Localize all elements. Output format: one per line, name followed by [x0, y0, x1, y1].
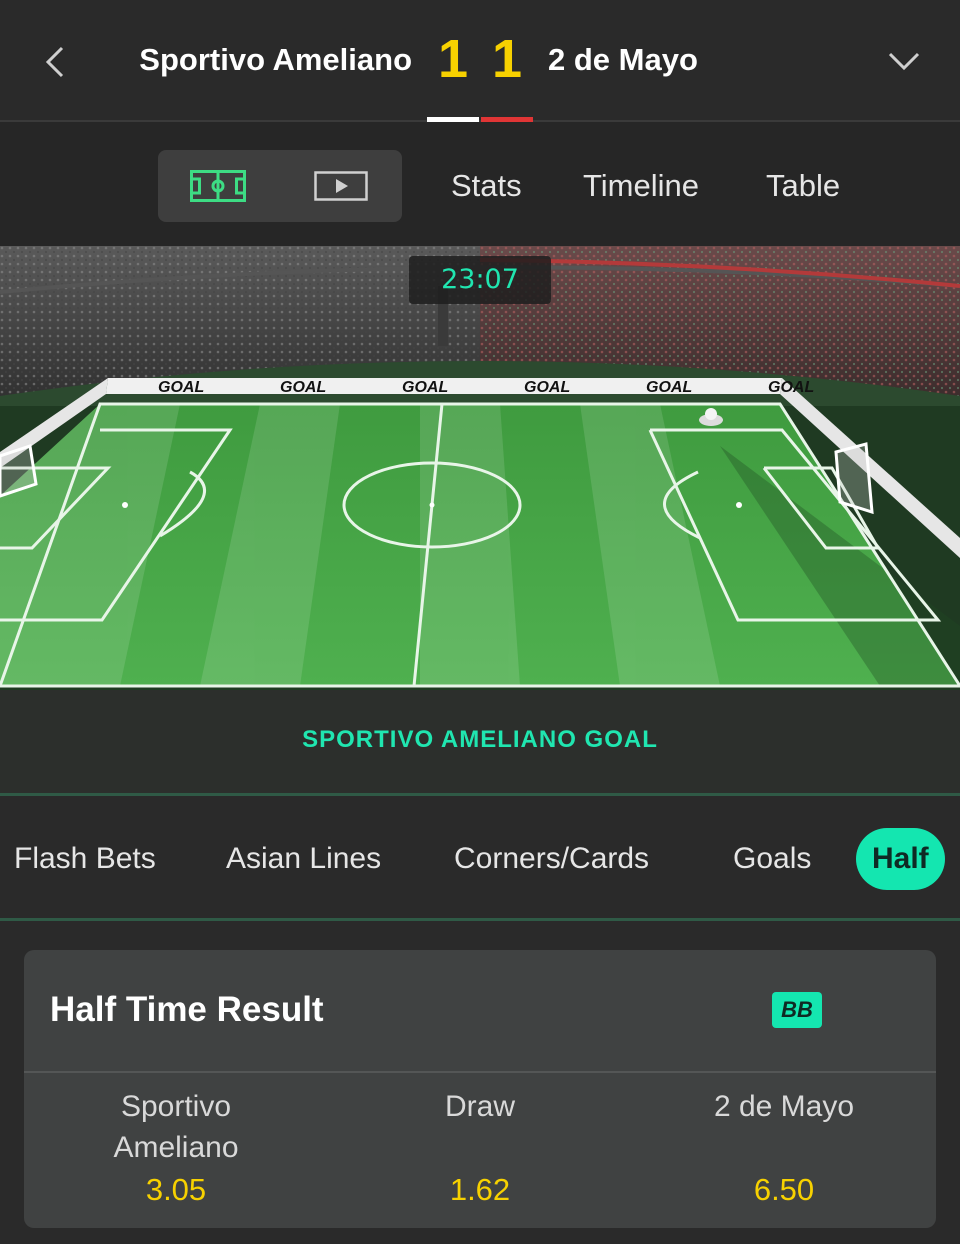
pitch-view-icon[interactable]	[190, 170, 246, 202]
market-tabs: Flash Bets Asian Lines Corners/Cards Goa…	[0, 796, 960, 920]
svg-text:GOAL: GOAL	[402, 379, 448, 396]
away-color-bar	[481, 117, 533, 122]
divider	[24, 1071, 936, 1073]
svg-text:GOAL: GOAL	[768, 379, 814, 396]
outcome-odds[interactable]: 3.05	[24, 1172, 328, 1208]
home-team-name: Sportivo Ameliano	[139, 42, 412, 77]
outcome-label: 2 de Mayo	[713, 1090, 855, 1123]
outcome-odds[interactable]: 6.50	[632, 1172, 936, 1208]
outcome-label: Ameliano	[113, 1131, 239, 1164]
svg-text:GOAL: GOAL	[524, 379, 570, 396]
chevron-down-icon[interactable]	[886, 46, 922, 76]
svg-text:GOAL: GOAL	[158, 379, 204, 396]
home-score: 1	[437, 29, 469, 89]
away-score: 1	[491, 29, 523, 89]
tab-stats[interactable]: Stats	[451, 168, 522, 204]
back-chevron-icon[interactable]	[40, 42, 70, 82]
outcome-draw[interactable]: Draw 1.62	[328, 1086, 632, 1226]
tab-asian-lines[interactable]: Asian Lines	[226, 842, 381, 876]
tab-goals[interactable]: Goals	[733, 842, 811, 876]
match-header: Sportivo Ameliano 1 1 2 de Mayo	[0, 0, 960, 122]
match-clock: 23:07	[409, 256, 551, 304]
bet-builder-badge[interactable]: BB	[772, 992, 822, 1028]
tab-flash-bets[interactable]: Flash Bets	[14, 842, 156, 876]
svg-text:GOAL: GOAL	[280, 379, 326, 396]
market-title: Half Time Result	[50, 990, 324, 1029]
stadium-illustration: GOAL GOAL GOAL GOAL GOAL GOAL	[0, 246, 960, 690]
view-toggle	[158, 150, 402, 222]
away-team-name: 2 de Mayo	[548, 42, 698, 77]
pitch-visualization: GOAL GOAL GOAL GOAL GOAL GOAL	[0, 246, 960, 690]
home-color-bar	[427, 117, 479, 122]
event-message: SPORTIVO AMELIANO GOAL	[302, 726, 658, 753]
outcome-home[interactable]: Sportivo Ameliano 3.05	[24, 1086, 328, 1226]
outcome-away[interactable]: 2 de Mayo 6.50	[632, 1086, 936, 1226]
match-view-nav: Stats Timeline Table	[0, 124, 960, 246]
market-card-half-time-result: Half Time Result BB Sportivo Ameliano 3.…	[24, 950, 936, 1228]
video-view-icon[interactable]	[314, 171, 368, 201]
outcome-label: Sportivo	[120, 1090, 232, 1123]
tab-timeline[interactable]: Timeline	[583, 168, 699, 204]
tab-half[interactable]: Half	[856, 828, 945, 890]
tab-table[interactable]: Table	[766, 168, 840, 204]
svg-text:GOAL: GOAL	[646, 379, 692, 396]
outcome-odds[interactable]: 1.62	[328, 1172, 632, 1208]
outcome-label: Draw	[444, 1090, 515, 1123]
tab-corners-cards[interactable]: Corners/Cards	[454, 842, 649, 876]
